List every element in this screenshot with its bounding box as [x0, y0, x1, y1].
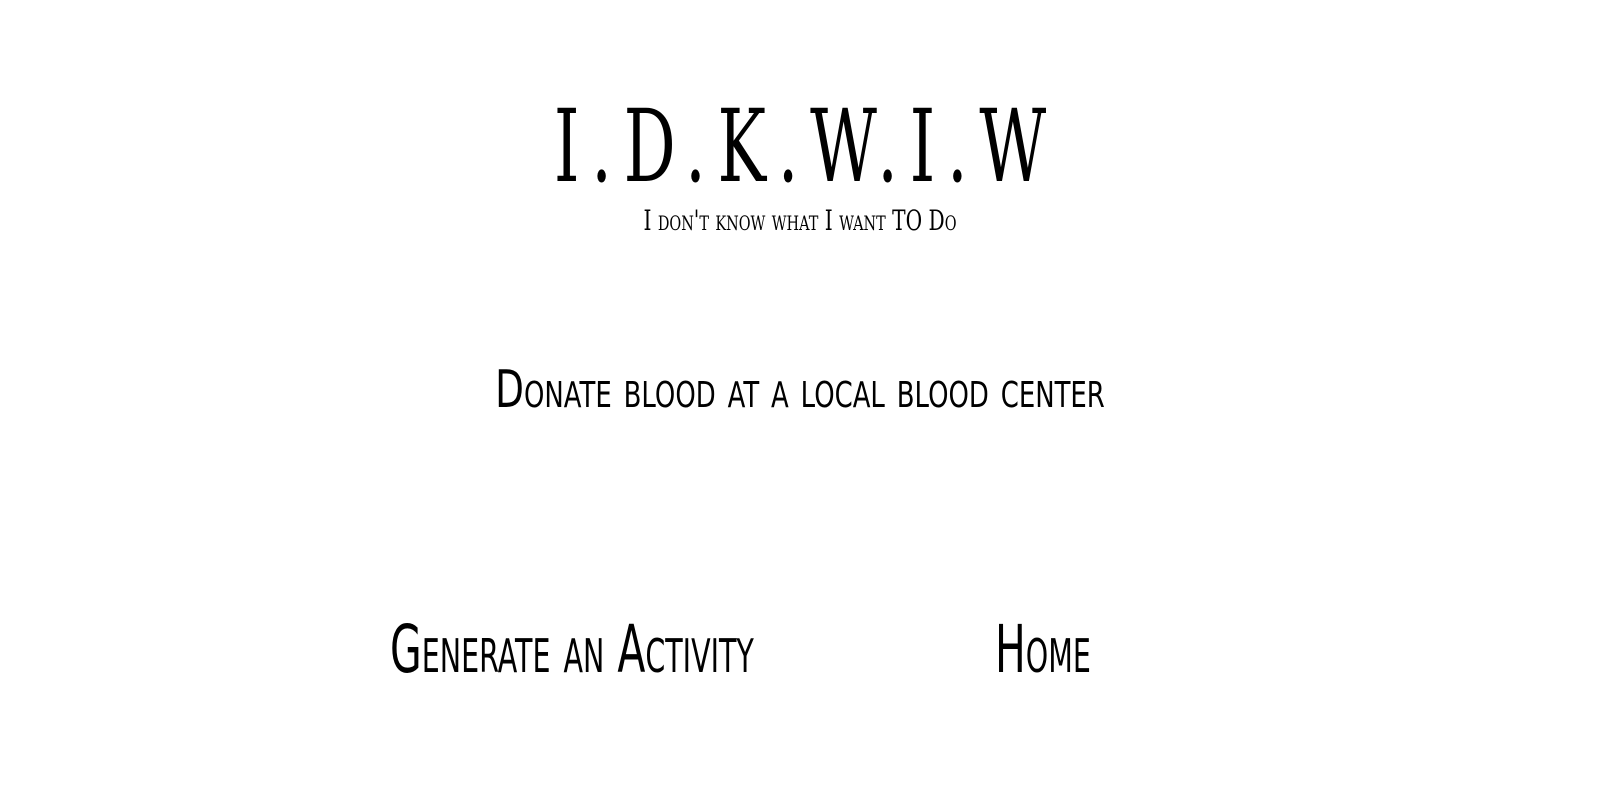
activity-display: Donate blood at a local blood center [0, 360, 1600, 420]
site-title: I.D.K.W.I.W [553, 88, 1058, 205]
site-subtitle: I don't know what I want TO Do [643, 204, 957, 237]
activity-text: Donate blood at a local blood center [495, 360, 1105, 420]
site-logo: I.D.K.W.I.W I don't know what I want TO … [0, 92, 1600, 238]
page: I.D.K.W.I.W I don't know what I want TO … [0, 0, 1600, 800]
generate-activity-button[interactable]: Generate an Activity [390, 612, 754, 688]
home-link[interactable]: Home [995, 612, 1091, 688]
bottom-nav: Generate an Activity Home [0, 612, 1600, 692]
